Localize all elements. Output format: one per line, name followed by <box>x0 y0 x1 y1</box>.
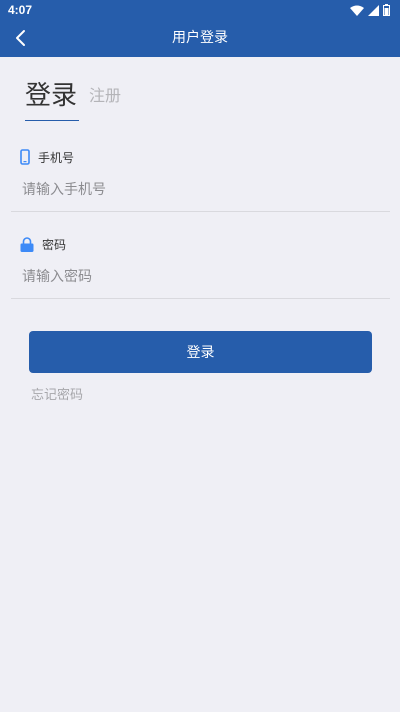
battery-icon <box>383 4 390 16</box>
login-button[interactable]: 登录 <box>29 331 372 373</box>
password-divider <box>11 298 390 299</box>
password-label-text: 密码 <box>42 237 67 252</box>
status-icons <box>350 3 390 17</box>
phone-divider <box>11 211 390 212</box>
status-time: 4:07 <box>8 3 33 17</box>
password-field-label: 密码 <box>20 235 66 253</box>
tab-register[interactable]: 注册 <box>89 86 121 106</box>
password-input[interactable] <box>20 264 384 290</box>
lock-icon <box>20 236 34 252</box>
tab-login-underline <box>25 120 79 121</box>
app-bar: 用户登录 <box>0 20 400 57</box>
phone-label-text: 手机号 <box>38 150 75 165</box>
phone-input[interactable] <box>20 177 384 203</box>
wifi-icon <box>350 5 364 16</box>
phone-icon <box>20 149 30 165</box>
phone-field-label: 手机号 <box>20 148 74 166</box>
forgot-password-link[interactable]: 忘记密码 <box>31 387 83 405</box>
page-title: 用户登录 <box>172 30 228 46</box>
status-bar: 4:07 <box>0 0 400 20</box>
chevron-left-icon <box>16 30 25 46</box>
signal-icon <box>368 4 379 16</box>
tab-login[interactable]: 登录 <box>25 80 77 112</box>
back-button[interactable] <box>6 24 34 52</box>
